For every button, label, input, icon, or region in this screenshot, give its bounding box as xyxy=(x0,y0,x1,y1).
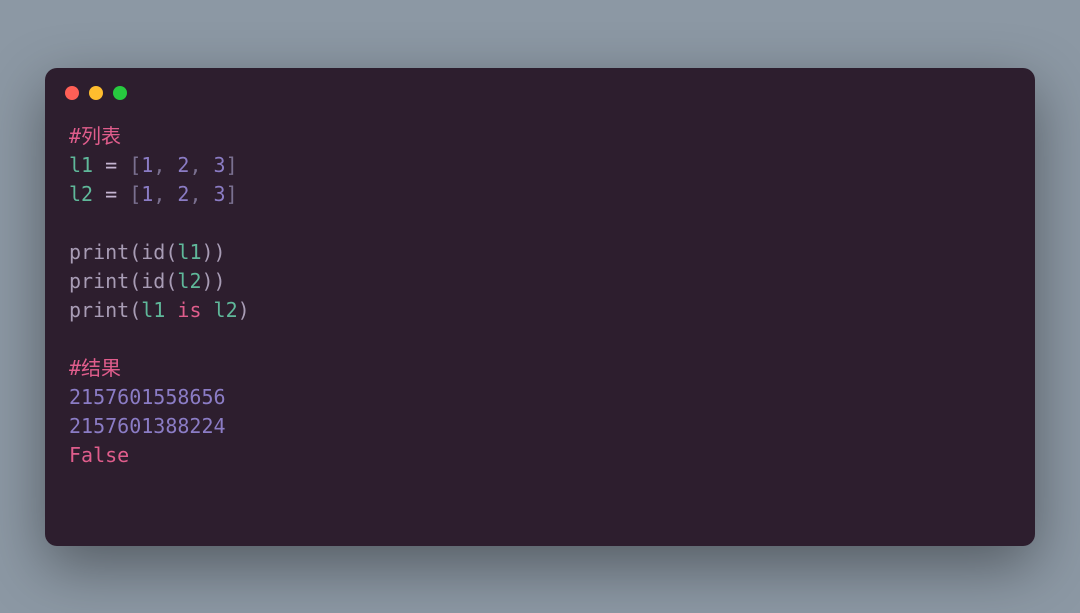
code-function: print xyxy=(69,240,129,264)
code-number: 1 xyxy=(141,182,153,206)
code-number: 3 xyxy=(214,153,226,177)
code-paren: ) xyxy=(238,298,250,322)
code-paren: ( xyxy=(165,240,177,264)
code-number: 3 xyxy=(214,182,226,206)
code-variable: l2 xyxy=(214,298,238,322)
code-punct: , xyxy=(153,153,177,177)
code-keyword: is xyxy=(177,298,201,322)
code-punct: , xyxy=(189,182,213,206)
code-variable: l1 xyxy=(177,240,201,264)
window-title-bar xyxy=(45,68,1035,112)
code-space xyxy=(202,298,214,322)
code-output-false: False xyxy=(69,443,129,467)
code-comment: #列表 xyxy=(69,124,121,148)
code-function: print xyxy=(69,269,129,293)
code-variable: l1 xyxy=(141,298,165,322)
code-paren: ) xyxy=(214,269,226,293)
code-number: 2 xyxy=(177,153,189,177)
code-paren: ( xyxy=(129,269,141,293)
code-bracket: ] xyxy=(226,182,238,206)
code-paren: ( xyxy=(129,298,141,322)
minimize-icon xyxy=(89,86,103,100)
code-space xyxy=(165,298,177,322)
code-output: 2157601558656 xyxy=(69,385,226,409)
code-bracket: ] xyxy=(226,153,238,177)
code-variable: l2 xyxy=(177,269,201,293)
code-punct: , xyxy=(189,153,213,177)
code-comment: #结果 xyxy=(69,356,121,380)
code-window: #列表 l1 = [1, 2, 3] l2 = [1, 2, 3] print(… xyxy=(45,68,1035,546)
code-bracket: [ xyxy=(129,153,141,177)
code-function: id xyxy=(141,269,165,293)
code-number: 2 xyxy=(177,182,189,206)
code-operator: = xyxy=(93,153,129,177)
code-paren: ) xyxy=(202,269,214,293)
code-bracket: [ xyxy=(129,182,141,206)
code-paren: ) xyxy=(202,240,214,264)
maximize-icon xyxy=(113,86,127,100)
code-variable: l1 xyxy=(69,153,93,177)
code-paren: ( xyxy=(165,269,177,293)
code-number: 1 xyxy=(141,153,153,177)
close-icon xyxy=(65,86,79,100)
code-paren: ( xyxy=(129,240,141,264)
code-variable: l2 xyxy=(69,182,93,206)
code-output: 2157601388224 xyxy=(69,414,226,438)
code-content: #列表 l1 = [1, 2, 3] l2 = [1, 2, 3] print(… xyxy=(45,112,1035,490)
code-punct: , xyxy=(153,182,177,206)
code-paren: ) xyxy=(214,240,226,264)
code-function: print xyxy=(69,298,129,322)
code-operator: = xyxy=(93,182,129,206)
code-function: id xyxy=(141,240,165,264)
